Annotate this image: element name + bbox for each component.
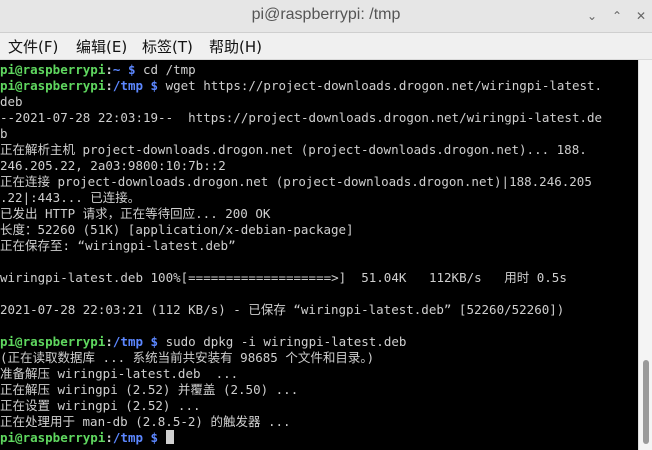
output-line: 正在解析主机 project-downloads.drogon.net (pro… [0,142,587,158]
output-text: .22|:443... 已连接。 [0,190,141,205]
output-line: 准备解压 wiringpi-latest.deb ... [0,366,238,382]
prompt-line: pi@raspberrypi:/tmp $ [0,430,174,446]
prompt-user: pi@raspberrypi [0,78,106,93]
output-line: 正在连接 project-downloads.drogon.net (proje… [0,174,592,190]
prompt-user: pi@raspberrypi [0,62,106,77]
output-text: 长度：52260 (51K) [application/x-debian-pac… [0,222,354,237]
command-text [158,430,166,445]
output-text: 准备解压 wiringpi-latest.deb ... [0,366,239,381]
output-text: 已发出 HTTP 请求，正在等待回应... 200 OK [0,206,271,221]
output-line: 正在处理用于 man-db (2.8.5-2) 的触发器 ... [0,414,291,430]
output-text: wiringpi-latest.deb 100%[===============… [0,270,567,285]
output-text: 正在处理用于 man-db (2.8.5-2) 的触发器 ... [0,414,291,429]
output-line: b [0,126,8,142]
output-line: .22|:443... 已连接。 [0,190,140,206]
prompt-line: pi@raspberrypi:~ $ cd /tmp [0,62,196,78]
output-line: 正在解压 wiringpi (2.52) 并覆盖 (2.50) ... [0,382,298,398]
prompt-user: pi@raspberrypi [0,334,106,349]
output-text: 正在设置 wiringpi (2.52) ... [0,398,201,413]
command-text: cd /tmp [135,62,196,77]
output-text: --2021-07-28 22:03:19-- https://project-… [0,110,603,125]
terminal-output[interactable]: pi@raspberrypi:~ $ cd /tmp pi@raspberrypi… [0,60,638,450]
output-line: 长度：52260 (51K) [application/x-debian-pac… [0,222,354,238]
command-text: wget https://project-downloads.drogon.ne… [158,78,603,93]
menu-file[interactable]: 文件(F) [8,36,58,57]
prompt-separator: : [105,334,113,349]
prompt-line: pi@raspberrypi:/tmp $ sudo dpkg -i wirin… [0,334,406,350]
command-text: sudo dpkg -i wiringpi-latest.deb [158,334,407,349]
output-text: 正在解压 wiringpi (2.52) 并覆盖 (2.50) ... [0,382,299,397]
prompt-symbol: $ [150,334,159,349]
output-text: 2021-07-28 22:03:21 (112 KB/s) - 已保存 “wi… [0,302,565,317]
output-line: --2021-07-28 22:03:19-- https://project-… [0,110,602,126]
output-text: 246.205.22, 2a03:9800:10:7b::2 [0,158,226,173]
prompt-separator: : [105,430,113,445]
output-line: 已发出 HTTP 请求，正在等待回应... 200 OK [0,206,270,222]
output-line: (正在读取数据库 ... 系统当前共安装有 98685 个文件和目录。) [0,350,374,366]
prompt-line: pi@raspberrypi:/tmp $ wget https://proje… [0,78,602,94]
window-title: pi@raspberrypi: /tmp [251,6,401,23]
output-text: b [0,126,8,141]
prompt-symbol: $ [150,78,159,93]
output-line: 正在设置 wiringpi (2.52) ... [0,398,201,414]
output-text: 正在连接 project-downloads.drogon.net (proje… [0,174,592,189]
output-line: deb [0,94,23,110]
output-text: deb [0,94,23,109]
output-text: (正在读取数据库 ... 系统当前共安装有 98685 个文件和目录。) [0,350,375,365]
prompt-symbol: $ [150,430,159,445]
output-line: 正在保存至: “wiringpi-latest.deb” [0,238,236,254]
prompt-separator: : [105,78,113,93]
menu-tabs[interactable]: 标签(T) [142,36,193,57]
close-icon[interactable]: ✕ [633,8,649,24]
output-line: 2021-07-28 22:03:21 (112 KB/s) - 已保存 “wi… [0,302,564,318]
vertical-scrollbar[interactable] [638,60,652,450]
maximize-icon[interactable]: ⌃ [609,8,625,24]
output-text: 正在解析主机 project-downloads.drogon.net (pro… [0,142,587,157]
title-bar[interactable]: pi@raspberrypi: /tmp ⌄ ⌃ ✕ [0,0,652,33]
menu-help[interactable]: 帮助(H) [209,36,262,57]
output-text: 正在保存至: “wiringpi-latest.deb” [0,238,236,253]
prompt-user: pi@raspberrypi [0,430,106,445]
minimize-icon[interactable]: ⌄ [584,8,600,24]
output-line: 246.205.22, 2a03:9800:10:7b::2 [0,158,226,174]
menu-edit[interactable]: 编辑(E) [76,36,127,57]
prompt-separator: : [105,62,113,77]
terminal-window: pi@raspberrypi: /tmp ⌄ ⌃ ✕ 文件(F) 编辑(E) 标… [0,0,652,450]
prompt-path: /tmp [112,334,143,349]
prompt-path: /tmp [112,430,143,445]
menu-bar: 文件(F) 编辑(E) 标签(T) 帮助(H) [0,33,652,60]
scrollbar-thumb[interactable] [643,360,649,444]
text-cursor [165,430,174,444]
prompt-path: /tmp [112,78,143,93]
output-line: wiringpi-latest.deb 100%[===============… [0,270,567,286]
